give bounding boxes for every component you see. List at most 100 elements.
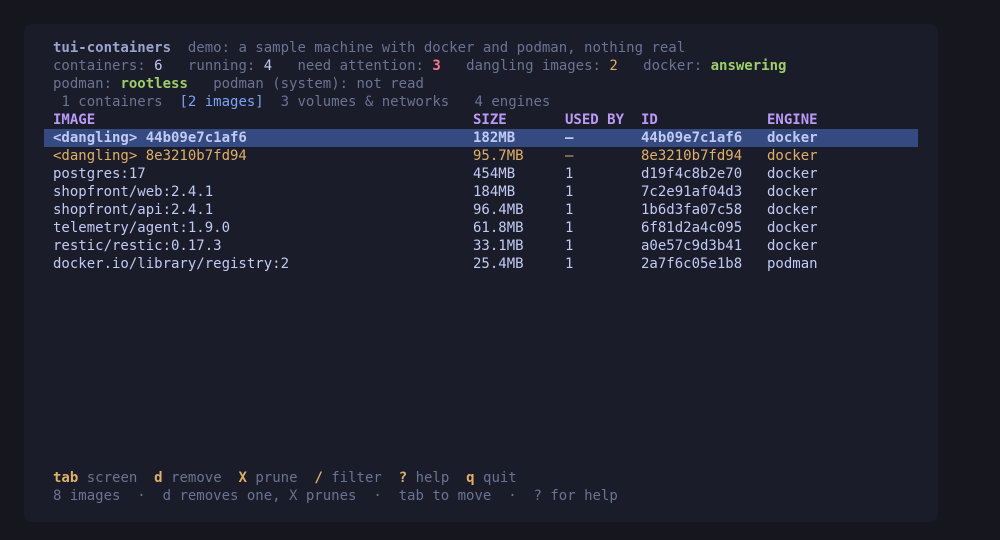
table-row[interactable]: <dangling> 8e3210b7fd94 95.7MB — 8e3210b…: [44, 147, 918, 165]
docker-label: docker:: [643, 58, 703, 74]
podman-system-status: not read: [356, 76, 424, 92]
column-header-image[interactable]: IMAGE: [53, 111, 95, 129]
key-slash-action: filter: [331, 470, 382, 486]
containers-value: 6: [154, 58, 163, 74]
key-tab[interactable]: tab: [53, 470, 78, 486]
key-question-action: help: [415, 470, 450, 486]
cell-used-by: 1: [565, 202, 574, 218]
podman-label: podman:: [53, 76, 113, 92]
cell-image: telemetry/agent:1.9.0: [53, 220, 231, 236]
status-hint-remove: d removes one, X prunes: [162, 488, 357, 504]
cell-used-by: 1: [565, 238, 574, 254]
key-tab-action: screen: [86, 470, 138, 486]
cell-size: 95.7MB: [473, 148, 524, 164]
tab-engines[interactable]: 4 engines: [474, 94, 550, 110]
cell-used-by: 1: [565, 256, 574, 272]
cell-size: 25.4MB: [473, 256, 524, 272]
tab-images[interactable]: [2 images]: [179, 94, 263, 110]
cell-image: shopfront/web:2.4.1: [53, 184, 214, 200]
running-label: running:: [187, 58, 256, 74]
tab-bar: 1 containers [2 images] 3 volumes & netw…: [53, 93, 550, 111]
cell-id: 7c2e91af04d3: [641, 184, 743, 200]
podman-system-label: podman (system):: [213, 76, 349, 92]
terminal-window: tui-containers demo: a sample machine wi…: [24, 24, 938, 522]
cell-size: 96.4MB: [473, 202, 524, 218]
table-row-selected[interactable]: <dangling> 44b09e7c1af6 182MB — 44b09e7c…: [44, 129, 918, 147]
key-d-action: remove: [171, 470, 222, 486]
engines-line: podman: rootless podman (system): not re…: [53, 75, 424, 93]
key-x-action: prune: [255, 470, 298, 486]
table-header: IMAGE SIZE USED BY ID ENGINE: [44, 111, 918, 129]
cell-id: 44b09e7c1af6: [641, 130, 743, 146]
status-separator: ·: [373, 488, 382, 504]
attention-value: 3: [432, 58, 441, 74]
table-row[interactable]: shopfront/web:2.4.1 184MB 1 7c2e91af04d3…: [44, 183, 918, 201]
status-line: 8 images · d removes one, X prunes · tab…: [53, 487, 618, 505]
cell-id: 6f81d2a4c095: [641, 220, 743, 236]
cell-used-by: 1: [565, 166, 574, 182]
dangling-label: dangling images:: [466, 58, 601, 74]
cell-engine: docker: [767, 184, 818, 200]
cell-engine: docker: [767, 238, 818, 254]
containers-label: containers:: [53, 58, 146, 74]
status-count: 8 images: [53, 488, 121, 504]
cell-engine: docker: [767, 202, 818, 218]
cell-size: 61.8MB: [473, 220, 524, 236]
table-row[interactable]: docker.io/library/registry:2 25.4MB 1 2a…: [44, 255, 918, 273]
cell-image: postgres:17: [53, 166, 146, 182]
running-value: 4: [263, 58, 273, 74]
cell-engine: docker: [767, 166, 818, 182]
cell-used-by: —: [565, 148, 574, 164]
keybinding-bar: tab screen d remove X prune / filter ? h…: [53, 469, 517, 487]
tab-containers[interactable]: 1 containers: [61, 94, 162, 110]
cell-size: 182MB: [473, 130, 516, 146]
dangling-value: 2: [609, 58, 618, 74]
cell-engine: docker: [767, 220, 818, 236]
app-title: tui-containers: [53, 40, 172, 56]
status-hint-help: ? for help: [533, 488, 618, 504]
tab-volumes-networks[interactable]: 3 volumes & networks: [281, 94, 450, 110]
column-header-used-by[interactable]: USED BY: [565, 111, 624, 129]
key-x[interactable]: X: [238, 470, 246, 486]
cell-engine: docker: [767, 148, 818, 164]
cell-size: 454MB: [473, 166, 516, 182]
column-header-engine[interactable]: ENGINE: [767, 111, 818, 129]
cell-id: a0e57c9d3b41: [641, 238, 743, 254]
cell-image: docker.io/library/registry:2: [53, 256, 290, 272]
attention-label: need attention:: [297, 58, 424, 74]
status-separator: ·: [137, 488, 146, 504]
cell-image: shopfront/api:2.4.1: [53, 202, 214, 218]
cell-id: 8e3210b7fd94: [641, 148, 743, 164]
key-d[interactable]: d: [154, 470, 162, 486]
table-row[interactable]: shopfront/api:2.4.1 96.4MB 1 1b6d3fa07c5…: [44, 201, 918, 219]
stats-line: containers: 6 running: 4 need attention:…: [53, 57, 786, 75]
header-line: tui-containers demo: a sample machine wi…: [53, 39, 685, 57]
app-subtitle: demo: a sample machine with docker and p…: [187, 40, 686, 56]
cell-engine: docker: [767, 130, 818, 146]
podman-status: rootless: [120, 76, 188, 92]
cell-id: d19f4c8b2e70: [641, 166, 743, 182]
status-separator: ·: [508, 488, 517, 504]
cell-used-by: 1: [565, 220, 574, 236]
cell-id: 2a7f6c05e1b8: [641, 256, 743, 272]
table-row[interactable]: postgres:17 454MB 1 d19f4c8b2e70 docker: [44, 165, 918, 183]
table-row[interactable]: telemetry/agent:1.9.0 61.8MB 1 6f81d2a4c…: [44, 219, 918, 237]
column-header-size[interactable]: SIZE: [473, 111, 507, 129]
table-row[interactable]: restic/restic:0.17.3 33.1MB 1 a0e57c9d3b…: [44, 237, 918, 255]
key-q-action: quit: [483, 470, 517, 486]
cell-image: restic/restic:0.17.3: [53, 238, 222, 254]
cell-size: 184MB: [473, 184, 516, 200]
column-header-id[interactable]: ID: [641, 111, 658, 129]
cell-image: <dangling> 44b09e7c1af6: [53, 130, 247, 146]
cell-used-by: —: [565, 130, 574, 146]
key-slash[interactable]: /: [314, 470, 322, 486]
cell-engine: podman: [767, 256, 818, 272]
cell-used-by: 1: [565, 184, 574, 200]
cell-id: 1b6d3fa07c58: [641, 202, 743, 218]
cell-image: <dangling> 8e3210b7fd94: [53, 148, 247, 164]
cell-size: 33.1MB: [473, 238, 524, 254]
key-question[interactable]: ?: [399, 470, 407, 486]
key-q[interactable]: q: [466, 470, 474, 486]
docker-status: answering: [710, 58, 787, 74]
status-hint-tab: tab to move: [398, 488, 492, 504]
